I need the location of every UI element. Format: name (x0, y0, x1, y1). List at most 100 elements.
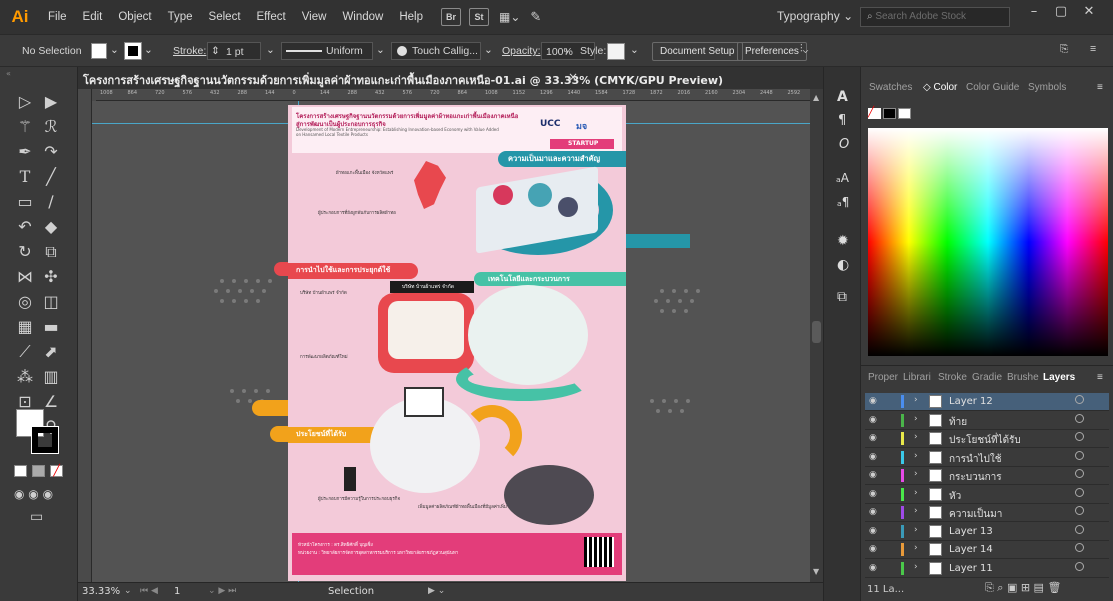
menu-type[interactable]: Type (160, 11, 201, 23)
layer-target-icon[interactable] (1075, 469, 1084, 478)
transform-icon[interactable]: ⎘ (1060, 43, 1068, 56)
magic-wand-tool-icon[interactable]: ⚚ (14, 116, 36, 138)
panel-menu-icon[interactable]: ≡ (1097, 372, 1103, 383)
selection-tool-icon[interactable]: ▷ (14, 91, 36, 113)
rectangle-tool-icon[interactable]: ▭ (14, 191, 36, 213)
artboards-panel-icon[interactable]: ⧉ (837, 289, 847, 305)
eye-icon[interactable]: ◉ (869, 470, 879, 480)
tab-color-guide[interactable]: Color Guide (966, 82, 1019, 93)
character-panel-icon[interactable]: A (837, 89, 848, 105)
character-styles-icon[interactable]: ₐA (836, 171, 849, 185)
layer-target-icon[interactable] (1075, 395, 1084, 404)
status-menu-icon[interactable]: ▶ ⌄ (428, 586, 445, 596)
layer-target-icon[interactable] (1075, 413, 1084, 423)
chevron-right-icon[interactable]: › (914, 488, 918, 498)
chevron-right-icon[interactable]: › (914, 395, 918, 405)
chevron-right-icon[interactable]: › (914, 469, 918, 479)
preferences-button[interactable]: Preferences (737, 42, 807, 61)
layer-name[interactable]: กระบวนการ (949, 470, 1002, 485)
gpu-performance-icon[interactable]: ✎ (530, 10, 541, 25)
layer-name[interactable]: ประโยชน์ที่ได้รับ (949, 433, 1021, 448)
chevron-right-icon[interactable]: › (914, 543, 918, 553)
color-spectrum[interactable] (868, 128, 1108, 356)
tab-gradient[interactable]: Gradie (972, 372, 1002, 383)
layer-row[interactable]: ◉ › Layer 14 (865, 541, 1109, 559)
eye-icon[interactable]: ◉ (869, 563, 879, 573)
layer-target-icon[interactable] (1075, 524, 1084, 534)
column-graph-tool-icon[interactable]: ▥ (40, 366, 62, 388)
drawing-modes-icon[interactable]: ◉ ◉ ◉ (14, 487, 53, 501)
layer-target-icon[interactable] (1075, 543, 1084, 552)
layer-row[interactable]: ◉ › Layer 13 (865, 523, 1109, 541)
tab-libraries[interactable]: Librari (903, 372, 931, 383)
panel-menu-icon[interactable]: ≡ (1097, 82, 1103, 93)
tab-brushes[interactable]: Brushe (1007, 372, 1039, 383)
layer-name[interactable]: Layer 11 (949, 563, 993, 574)
tab-properties[interactable]: Proper (868, 372, 898, 383)
document-setup-button[interactable]: Document Setup (652, 42, 743, 61)
artboard-poster[interactable]: โครงการสร้างเศรษฐกิจฐานนวัตกรรมด้วยการเพ… (288, 105, 626, 581)
paragraph-styles-icon[interactable]: ₐ¶ (837, 195, 849, 209)
pen-tool-icon[interactable]: ✒ (14, 141, 36, 163)
tab-color[interactable]: ◇ Color (923, 82, 957, 93)
menu-effect[interactable]: Effect (249, 11, 294, 23)
blend-tool-icon[interactable]: ⬈ (40, 341, 62, 363)
layer-target-icon[interactable] (1075, 506, 1084, 515)
chevron-down-icon[interactable]: ⌄ (124, 586, 132, 596)
close-tab-icon[interactable]: × (568, 70, 578, 84)
menu-edit[interactable]: Edit (75, 11, 111, 23)
chevron-right-icon[interactable]: › (914, 432, 918, 442)
scroll-up-icon[interactable]: ▲ (813, 93, 819, 102)
screen-mode-icon[interactable]: ▭ (30, 509, 43, 525)
scrollbar-thumb[interactable] (812, 321, 821, 343)
first-artboard-icon[interactable]: ⏮ ◀ (140, 586, 158, 596)
eye-icon[interactable]: ◉ (869, 433, 879, 443)
direct-selection-tool-icon[interactable]: ▶ (40, 91, 62, 113)
free-transform-tool-icon[interactable]: ✣ (40, 266, 62, 288)
opacity-label[interactable]: Opacity: (502, 45, 541, 57)
panel-menu-icon[interactable]: ≡ (1090, 43, 1096, 55)
shaper-tool-icon[interactable]: ↶ (14, 216, 36, 238)
layer-footer-icons[interactable]: ⎘ ⌕ ▣ ⊞ ▤ 🗑 (985, 581, 1061, 595)
maximize-icon[interactable]: ▢ (1050, 4, 1072, 24)
paintbrush-tool-icon[interactable]: ∕ (40, 191, 62, 213)
tab-symbols[interactable]: Symbols (1028, 82, 1066, 93)
stroke-swatch[interactable] (124, 42, 142, 60)
brush-definition[interactable]: Touch Callig... (391, 42, 481, 60)
layer-name[interactable]: Layer 12 (949, 396, 993, 407)
eye-icon[interactable]: ◉ (869, 415, 879, 425)
line-tool-icon[interactable]: ╱ (40, 166, 62, 188)
layer-row[interactable]: ◉ › Layer 12 (865, 393, 1109, 411)
curvature-tool-icon[interactable]: ↷ (40, 141, 62, 163)
opentype-panel-icon[interactable]: O (839, 137, 849, 152)
paragraph-panel-icon[interactable]: ¶ (838, 113, 846, 128)
layer-target-icon[interactable] (1075, 561, 1084, 571)
lasso-tool-icon[interactable]: ℛ (40, 116, 62, 138)
eye-icon[interactable]: ◉ (869, 544, 879, 554)
layer-row[interactable]: ◉ › Layer 11 (865, 560, 1109, 578)
menu-select[interactable]: Select (201, 11, 249, 23)
chevron-right-icon[interactable]: › (914, 414, 918, 424)
eyedropper-tool-icon[interactable]: ⟋ (14, 341, 36, 363)
tab-stroke[interactable]: Stroke (938, 372, 967, 383)
color-mode-icon[interactable] (14, 465, 27, 477)
scale-tool-icon[interactable]: ⧉ (40, 241, 62, 263)
black-swatch[interactable] (883, 108, 896, 119)
horizontal-ruler[interactable]: 1008 864 720 576 432 288 144 0 144 288 432 576 720 86… (96, 89, 810, 101)
next-artboard-icon[interactable]: ⌄ ▶ ⏭ (208, 586, 236, 596)
bridge-button[interactable]: Br (441, 8, 461, 26)
search-adobe-stock-input[interactable]: ⌕ Search Adobe Stock (860, 7, 1010, 27)
stroke-label[interactable]: Stroke: (173, 45, 206, 57)
layer-row[interactable]: ◉ › ท้าย (865, 412, 1109, 430)
stroke-weight-field[interactable]: 1 pt ⇕ (207, 42, 261, 60)
chevron-right-icon[interactable]: › (565, 45, 569, 57)
gradient-tool-icon[interactable]: ▬ (40, 316, 62, 338)
canvas[interactable]: โครงการสร้างเศรษฐกิจฐานนวัตกรรมด้วยการเพ… (92, 101, 810, 582)
layer-row[interactable]: ◉ › กระบวนการ (865, 467, 1109, 485)
workspace-switcher[interactable]: Typography ⌄ (777, 9, 853, 23)
collapse-icon[interactable]: « (6, 69, 11, 78)
shape-builder-tool-icon[interactable]: ◎ (14, 291, 36, 313)
fill-swatch[interactable] (91, 43, 107, 59)
appearance-icon[interactable]: ✹ (837, 233, 849, 249)
stroke-color-icon[interactable] (31, 426, 59, 454)
